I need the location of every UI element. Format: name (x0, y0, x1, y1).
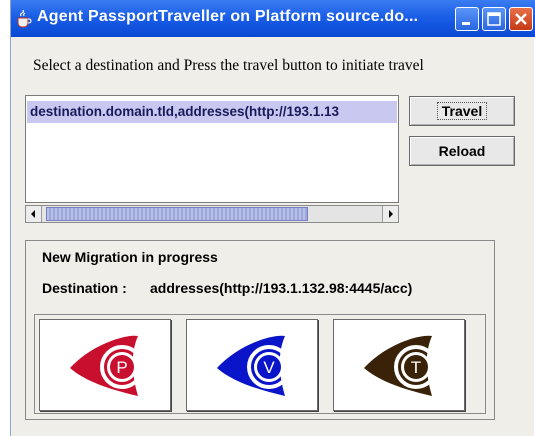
java-cup-icon (15, 9, 33, 28)
title-bar[interactable]: Agent PassportTraveller on Platform sour… (11, 0, 535, 37)
phase-v-icon: V (217, 335, 291, 396)
close-button[interactable] (509, 7, 533, 31)
migration-panel: New Migration in progress Destination : … (25, 240, 495, 420)
horizontal-scrollbar[interactable] (25, 205, 399, 223)
scroll-right-button[interactable] (382, 206, 398, 222)
migration-phases: P V T (34, 314, 486, 414)
destination-label: Destination : (42, 280, 127, 296)
minimize-button[interactable] (455, 7, 479, 31)
minimize-icon (462, 22, 470, 25)
phase-letter: T (411, 358, 421, 377)
phase-v-card: V (186, 319, 318, 411)
app-window: Agent PassportTraveller on Platform sour… (10, 0, 535, 436)
reload-button[interactable]: Reload (409, 136, 515, 166)
window-title: Agent PassportTraveller on Platform sour… (37, 8, 419, 25)
destination-value: addresses(http://193.1.132.98:4445/acc) (150, 280, 413, 296)
phase-letter: P (116, 358, 127, 377)
phase-p-icon: P (70, 335, 144, 396)
scroll-left-button[interactable] (26, 206, 42, 222)
migration-title: New Migration in progress (42, 249, 218, 265)
phase-letter: V (263, 358, 275, 377)
travel-button-label: Travel (436, 102, 488, 120)
destination-list[interactable]: destination.domain.tld,addresses(http://… (25, 95, 399, 203)
list-item[interactable]: destination.domain.tld,addresses(http://… (27, 101, 397, 123)
phase-p-card: P (39, 319, 171, 411)
travel-button[interactable]: Travel (409, 96, 515, 126)
phase-t-icon: T (364, 335, 438, 396)
scroll-left-arrow-icon (31, 210, 35, 218)
scroll-thumb[interactable] (46, 207, 308, 221)
maximize-icon (487, 12, 501, 26)
phase-t-card: T (333, 319, 465, 411)
maximize-button[interactable] (482, 7, 506, 31)
close-icon (515, 13, 527, 25)
scroll-right-arrow-icon (389, 210, 393, 218)
instruction-text: Select a destination and Press the trave… (33, 57, 424, 74)
